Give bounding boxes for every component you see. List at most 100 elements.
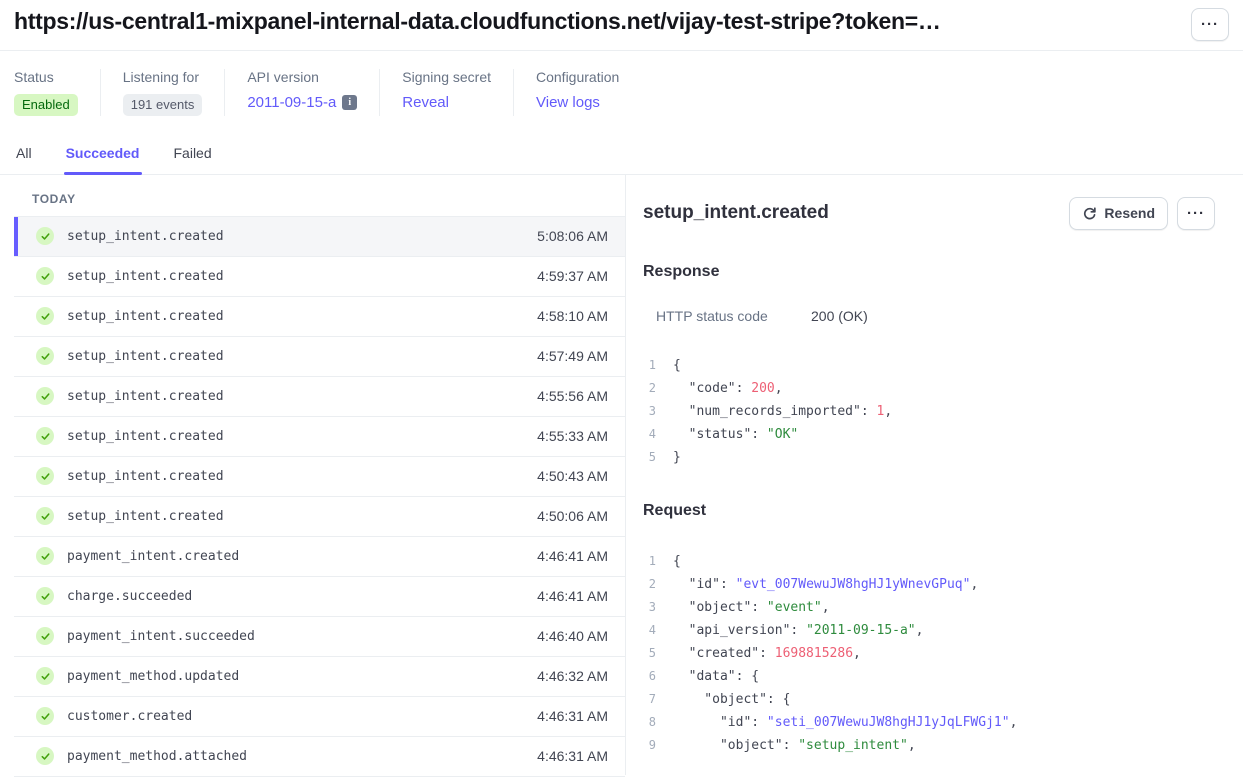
code-line: 1{ — [643, 354, 1215, 377]
event-list: TODAY setup_intent.created 5:08:06 AM se… — [0, 175, 626, 775]
http-status-row: HTTP status code 200 (OK) — [643, 308, 1215, 324]
tab-all[interactable]: All — [14, 128, 34, 174]
success-check-icon — [36, 267, 54, 285]
meta-configuration-label: Configuration — [536, 69, 619, 85]
event-detail-panel: setup_intent.created Resend ··· Response… — [626, 175, 1243, 775]
response-code: 1{2 "code": 200,3 "num_records_imported"… — [643, 354, 1215, 469]
detail-overflow-button[interactable]: ··· — [1177, 197, 1215, 230]
reveal-secret-link[interactable]: Reveal — [402, 94, 449, 111]
success-check-icon — [36, 387, 54, 405]
event-time: 4:57:49 AM — [537, 348, 608, 364]
ellipsis-icon: ··· — [1187, 206, 1205, 221]
event-time: 4:50:06 AM — [537, 508, 608, 524]
event-list-item[interactable]: setup_intent.created 4:55:33 AM — [14, 417, 625, 457]
event-time: 4:55:56 AM — [537, 388, 608, 404]
event-name: payment_intent.succeeded — [67, 629, 537, 644]
event-time: 4:59:37 AM — [537, 268, 608, 284]
event-list-item[interactable]: customer.created 4:46:31 AM — [14, 697, 625, 737]
event-list-item[interactable]: setup_intent.created 4:57:49 AM — [14, 337, 625, 377]
meta-configuration: Configuration View logs — [513, 69, 641, 116]
code-line: 2 "code": 200, — [643, 377, 1215, 400]
success-check-icon — [36, 667, 54, 685]
request-heading: Request — [643, 502, 1215, 520]
event-list-item[interactable]: payment_intent.succeeded 4:46:40 AM — [14, 617, 625, 657]
http-status-label: HTTP status code — [656, 308, 811, 324]
code-line: 4 "api_version": "2011-09-15-a", — [643, 619, 1215, 642]
meta-status-label: Status — [14, 69, 78, 85]
event-time: 5:08:06 AM — [537, 228, 608, 244]
success-check-icon — [36, 587, 54, 605]
event-list-item[interactable]: payment_method.attached 4:46:31 AM — [14, 737, 625, 777]
meta-api-version-label: API version — [247, 69, 357, 85]
event-list-item[interactable]: setup_intent.created 4:59:37 AM — [14, 257, 625, 297]
event-time: 4:46:31 AM — [537, 708, 608, 724]
request-code: 1{2 "id": "evt_007WewuJW8hgHJ1yWnevGPuq"… — [643, 550, 1215, 757]
event-time: 4:55:33 AM — [537, 428, 608, 444]
success-check-icon — [36, 507, 54, 525]
view-logs-link[interactable]: View logs — [536, 94, 600, 111]
tab-succeeded[interactable]: Succeeded — [64, 128, 142, 174]
event-time: 4:46:41 AM — [537, 588, 608, 604]
event-time: 4:46:41 AM — [537, 548, 608, 564]
code-line: 8 "id": "seti_007WewuJW8hgHJ1yJqLFWGj1", — [643, 711, 1215, 734]
info-icon[interactable]: i — [342, 95, 357, 110]
event-name: setup_intent.created — [67, 469, 537, 484]
event-name: payment_method.attached — [67, 749, 537, 764]
resend-button[interactable]: Resend — [1069, 197, 1168, 230]
http-status-value: 200 (OK) — [811, 308, 868, 324]
code-line: 4 "status": "OK" — [643, 423, 1215, 446]
header-overflow-button[interactable]: ··· — [1191, 8, 1229, 41]
success-check-icon — [36, 627, 54, 645]
event-name: setup_intent.created — [67, 389, 537, 404]
code-line: 7 "object": { — [643, 688, 1215, 711]
meta-signing-secret-label: Signing secret — [402, 69, 491, 85]
tab-failed[interactable]: Failed — [172, 128, 214, 174]
event-list-item[interactable]: setup_intent.created 4:50:06 AM — [14, 497, 625, 537]
event-list-item[interactable]: setup_intent.created 5:08:06 AM — [14, 217, 625, 257]
event-list-item[interactable]: payment_intent.created 4:46:41 AM — [14, 537, 625, 577]
success-check-icon — [36, 347, 54, 365]
success-check-icon — [36, 427, 54, 445]
resend-refresh-icon — [1082, 206, 1097, 221]
page-header: https://us-central1-mixpanel-internal-da… — [0, 0, 1243, 51]
code-line: 9 "object": "setup_intent", — [643, 734, 1215, 757]
event-time: 4:46:40 AM — [537, 628, 608, 644]
filter-tabs: All Succeeded Failed — [0, 128, 1243, 175]
success-check-icon — [36, 467, 54, 485]
event-list-item[interactable]: setup_intent.created 4:50:43 AM — [14, 457, 625, 497]
event-name: customer.created — [67, 709, 537, 724]
content-split: TODAY setup_intent.created 5:08:06 AM se… — [0, 175, 1243, 775]
meta-api-version: API version 2011-09-15-a i — [224, 69, 379, 116]
event-name: setup_intent.created — [67, 349, 537, 364]
status-badge: Enabled — [14, 94, 78, 116]
resend-button-label: Resend — [1104, 205, 1155, 221]
success-check-icon — [36, 547, 54, 565]
code-line: 5} — [643, 446, 1215, 469]
event-name: setup_intent.created — [67, 309, 537, 324]
meta-listening-label: Listening for — [123, 69, 203, 85]
code-line: 1{ — [643, 550, 1215, 573]
response-heading: Response — [643, 263, 1215, 281]
meta-status: Status Enabled — [14, 69, 100, 116]
success-check-icon — [36, 307, 54, 325]
event-name: setup_intent.created — [67, 509, 537, 524]
meta-signing-secret: Signing secret Reveal — [379, 69, 513, 116]
code-line: 3 "num_records_imported": 1, — [643, 400, 1215, 423]
event-list-item[interactable]: payment_method.updated 4:46:32 AM — [14, 657, 625, 697]
code-line: 6 "data": { — [643, 665, 1215, 688]
code-line: 3 "object": "event", — [643, 596, 1215, 619]
meta-listening-for: Listening for 191 events — [100, 69, 225, 116]
event-name: payment_method.updated — [67, 669, 537, 684]
events-count-badge: 191 events — [123, 94, 203, 116]
event-detail-title: setup_intent.created — [643, 202, 829, 224]
success-check-icon — [36, 227, 54, 245]
ellipsis-icon: ··· — [1201, 17, 1219, 32]
event-time: 4:46:31 AM — [537, 748, 608, 764]
event-list-item[interactable]: setup_intent.created 4:55:56 AM — [14, 377, 625, 417]
event-list-item[interactable]: setup_intent.created 4:58:10 AM — [14, 297, 625, 337]
event-list-rows: setup_intent.created 5:08:06 AM setup_in… — [14, 217, 625, 777]
event-time: 4:46:32 AM — [537, 668, 608, 684]
event-list-item[interactable]: charge.succeeded 4:46:41 AM — [14, 577, 625, 617]
endpoint-meta-row: Status Enabled Listening for 191 events … — [0, 51, 1243, 128]
api-version-link[interactable]: 2011-09-15-a — [247, 94, 336, 111]
